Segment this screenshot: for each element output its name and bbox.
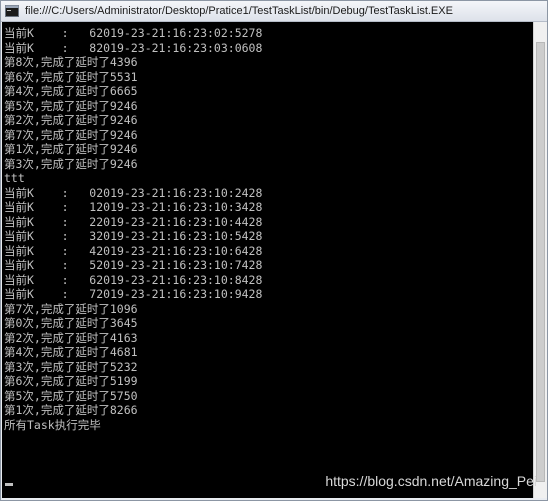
- console-line: 第1次,完成了延时了9246: [4, 142, 138, 156]
- console-line: 第6次,完成了延时了5531: [4, 69, 138, 84]
- console-line: 第8次,完成了延时了4396: [4, 55, 138, 69]
- console-line: 当前K : 82019-23-21:16:23:03:0608: [4, 40, 263, 55]
- console-line: 第5次,完成了延时了5750: [4, 388, 138, 403]
- console-line: 第5次,完成了延时了9246: [4, 98, 138, 113]
- scrollbar-thumb[interactable]: [536, 42, 545, 482]
- console-window: file:///C:/Users/Administrator/Desktop/P…: [0, 0, 548, 501]
- vertical-scrollbar[interactable]: [533, 22, 547, 498]
- console-line: 当前K : 22019-23-21:16:23:10:4428: [4, 214, 263, 229]
- console-line: 第6次,完成了延时了5199: [4, 374, 138, 388]
- title-bar[interactable]: file:///C:/Users/Administrator/Desktop/P…: [1, 1, 547, 22]
- console-line: 当前K : 72019-23-21:16:23:10:9428: [4, 287, 263, 301]
- console-line: 第2次,完成了延时了4163: [4, 330, 138, 345]
- console-line: 当前K : 62019-23-21:16:23:10:8428: [4, 272, 263, 287]
- console-line: 第3次,完成了延时了9246: [4, 156, 138, 171]
- console-line: 当前K : 52019-23-21:16:23:10:7428: [4, 258, 263, 272]
- console-line: ttt: [4, 171, 25, 185]
- console-line: 当前K : 02019-23-21:16:23:10:2428: [4, 185, 263, 200]
- console-line: 第0次,完成了延时了3645: [4, 316, 138, 330]
- console-lines: 当前K : 62019-23-21:16:23:02:5278 当前K : 820…: [4, 26, 262, 432]
- window-title: file:///C:/Users/Administrator/Desktop/P…: [25, 5, 453, 17]
- console-line: 所有Task执行完毕: [4, 417, 101, 432]
- console-line: 第7次,完成了延时了9246: [4, 127, 138, 142]
- console-line: 当前K : 42019-23-21:16:23:10:6428: [4, 243, 263, 258]
- console-line: 第1次,完成了延时了8266: [4, 403, 138, 417]
- watermark-text: https://blog.csdn.net/Amazing_Pei: [325, 473, 537, 489]
- console-line: 当前K : 12019-23-21:16:23:10:3428: [4, 200, 263, 214]
- console-line: 第4次,完成了延时了6665: [4, 84, 138, 98]
- console-line: 第2次,完成了延时了9246: [4, 113, 138, 127]
- console-line: 当前K : 62019-23-21:16:23:02:5278: [4, 26, 263, 40]
- console-output[interactable]: 当前K : 62019-23-21:16:23:02:5278 当前K : 820…: [2, 22, 533, 498]
- console-line: 第4次,完成了延时了4681: [4, 345, 138, 359]
- console-line: 当前K : 32019-23-21:16:23:10:5428: [4, 229, 263, 243]
- text-cursor: [5, 483, 13, 486]
- console-app-icon: [5, 5, 19, 17]
- console-line: 第7次,完成了延时了1096: [4, 301, 138, 316]
- console-line: 第3次,完成了延时了5232: [4, 359, 138, 374]
